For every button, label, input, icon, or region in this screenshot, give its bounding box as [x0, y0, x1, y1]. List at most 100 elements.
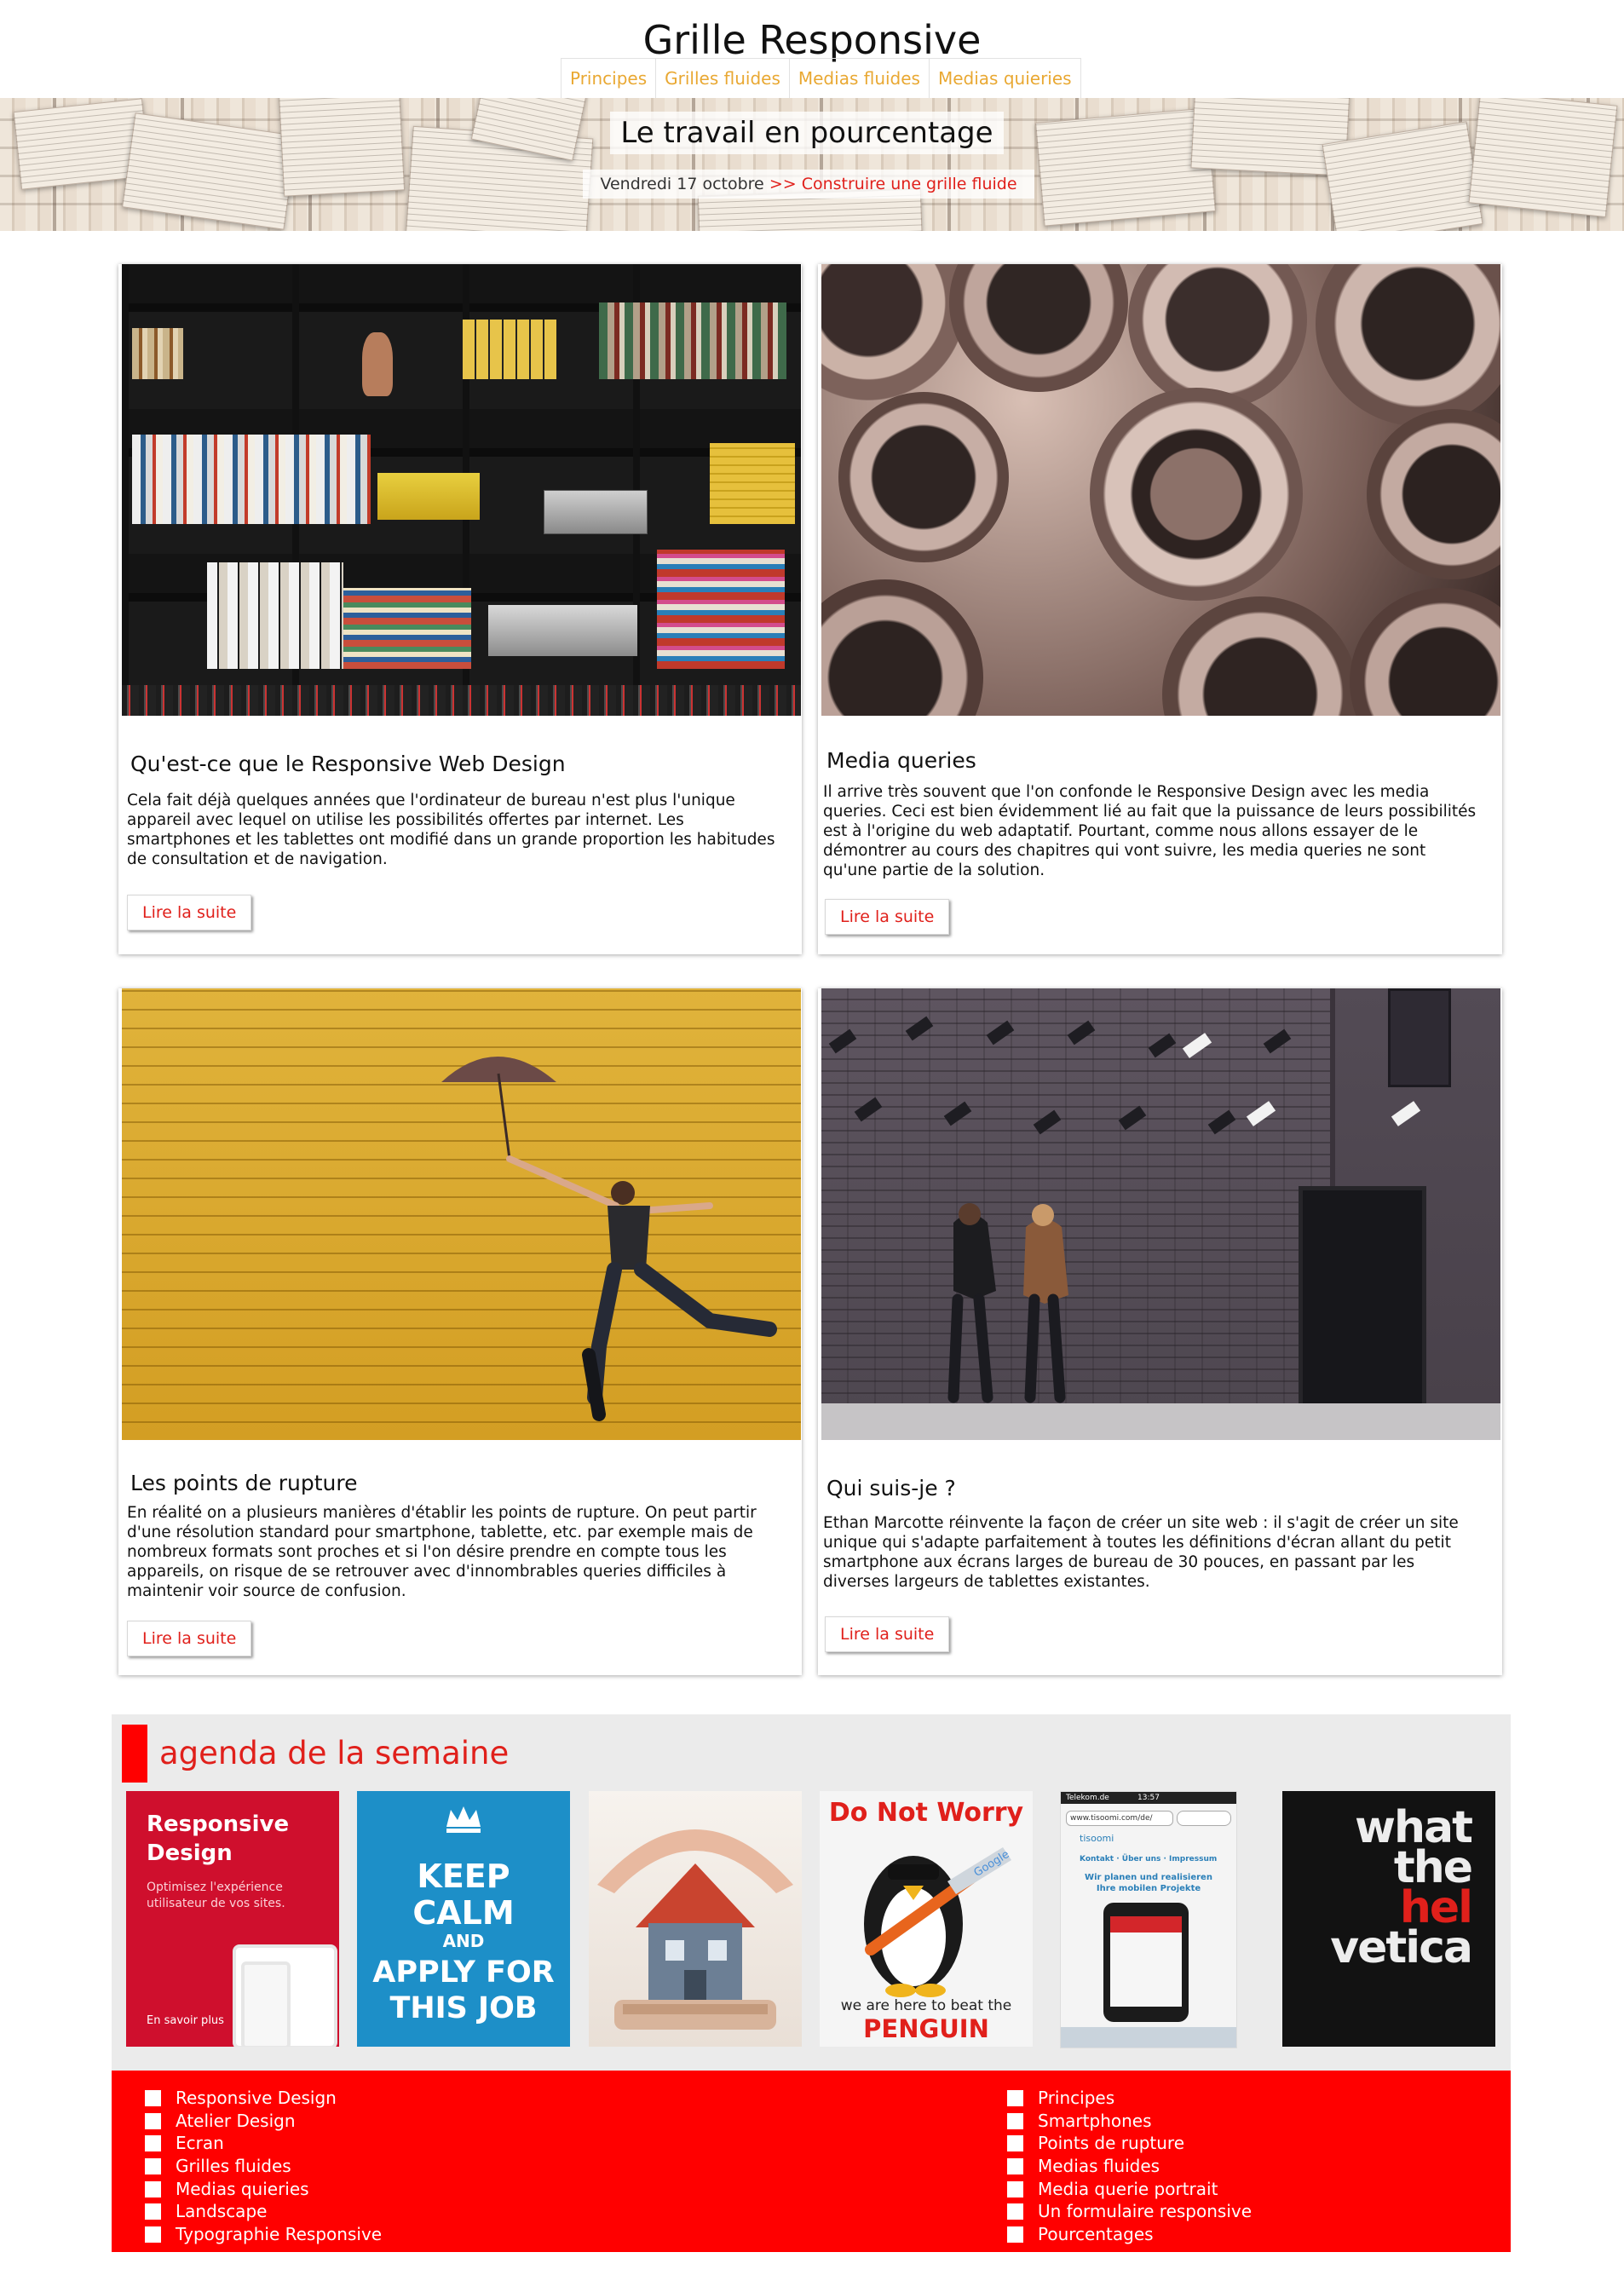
footer-link-label: Un formulaire responsive — [1038, 2201, 1253, 2222]
checkbox-square-icon — [145, 2090, 161, 2106]
bolt-head — [821, 579, 983, 716]
phone-screen — [1110, 1916, 1182, 2007]
checkbox-square-icon — [145, 2203, 161, 2221]
article-card: Les points de rupture En réalité on a pl… — [118, 988, 802, 1675]
phone-mockup — [241, 1961, 291, 2047]
tile-link[interactable]: En savoir plus — [147, 2014, 224, 2027]
tile-subtitle-line: utilisateur de vos sites. — [147, 1897, 285, 1910]
footer-link[interactable]: Responsive Design — [112, 2087, 382, 2110]
read-more-button[interactable]: Lire la suite — [825, 899, 950, 935]
agenda-tile-mobile-site[interactable]: Telekom.de 13:57 www.tisoomi.com/de/ tis… — [1060, 1791, 1237, 2048]
umbrella-woman-illustration — [441, 1057, 777, 1421]
read-more-button[interactable]: Lire la suite — [127, 895, 252, 930]
article-title: Media queries — [826, 748, 976, 773]
footer-link[interactable]: Principes — [974, 2087, 1252, 2110]
footer-link-label: Landscape — [176, 2201, 268, 2222]
crown-icon — [442, 1801, 485, 1835]
security-cameras-illustration — [828, 1016, 1421, 1403]
banner-article-link[interactable]: Construire une grille fluide — [802, 175, 1017, 193]
agenda-tile-keep-calm[interactable]: KEEP CALM AND APPLY FOR THIS JOB — [357, 1791, 570, 2047]
top-navigation: Principes Grilles fluides Medias fluides… — [561, 58, 1081, 99]
footer-link-label: Atelier Design — [176, 2110, 296, 2131]
footer-link[interactable]: Landscape — [112, 2200, 382, 2223]
footer-link[interactable]: Typographie Responsive — [112, 2223, 382, 2246]
book-stack — [377, 473, 480, 520]
phone-device-image — [1103, 1903, 1189, 2022]
bolt-head — [1367, 409, 1500, 579]
figurine — [362, 332, 393, 396]
article-excerpt: Cela fait déjà quelques années que l'ord… — [127, 792, 775, 868]
footer-link-label: Media querie portrait — [1038, 2178, 1218, 2199]
nav-link-principes[interactable]: Principes — [561, 59, 655, 98]
footer-link[interactable]: Points de rupture — [974, 2132, 1252, 2155]
footer-links-column-1: Responsive Design Atelier Design Ecran G… — [112, 2087, 382, 2246]
book-stack — [599, 302, 786, 379]
agenda-tile-penguin[interactable]: Do Not Worry Google we are here to beat … — [820, 1791, 1033, 2047]
article-excerpt: Il arrive très souvent que l'on confonde… — [823, 783, 1477, 879]
bolt-head — [949, 264, 1128, 392]
checkbox-square-icon — [1007, 2090, 1023, 2106]
penguin-big-text: PENGUIN — [863, 2014, 989, 2043]
article-excerpt: Ethan Marcotte réinvente la façon de cré… — [823, 1514, 1459, 1591]
footer-link-label: Typographie Responsive — [176, 2224, 383, 2245]
agenda-accent-bar — [122, 1725, 147, 1783]
checkbox-square-icon — [145, 2180, 161, 2197]
agenda-title: agenda de la semaine — [159, 1735, 510, 1771]
footer-link[interactable]: Grilles fluides — [112, 2155, 382, 2178]
phone-status-bar: Telekom.de 13:57 — [1061, 1792, 1236, 1804]
footer-link-label: Points de rupture — [1038, 2133, 1184, 2154]
weekly-agenda: agenda de la semaine Responsive Design O… — [112, 1714, 1511, 2071]
agenda-tile-house[interactable] — [589, 1791, 802, 2047]
footer-link[interactable]: Pourcentages — [974, 2223, 1252, 2246]
helvetica-line: vetica — [1330, 1922, 1473, 1973]
tile-heading-line: Design — [147, 1840, 233, 1866]
agenda-tile-responsive-design[interactable]: Responsive Design Optimisez l'expérience… — [126, 1791, 339, 2047]
footer-link[interactable]: Un formulaire responsive — [974, 2200, 1252, 2223]
phone-site-nav: Kontakt · Über uns · Impressum — [1080, 1855, 1218, 1863]
footer-link[interactable]: Medias fluides — [974, 2155, 1252, 2178]
bolt-head — [1350, 588, 1500, 716]
checkbox-square-icon — [145, 2158, 161, 2175]
phone-site-logo: tisoomi — [1080, 1833, 1114, 1844]
checkbox-square-icon — [1007, 2135, 1023, 2152]
site-footer: Responsive Design Atelier Design Ecran G… — [112, 2071, 1511, 2252]
agenda-tile-helvetica[interactable]: what the hel vetica — [1282, 1791, 1495, 2047]
footer-link[interactable]: Ecran — [112, 2132, 382, 2155]
article-image-bookshelf — [122, 264, 801, 716]
article-card: Qui suis-je ? Ethan Marcotte réinvente l… — [818, 988, 1502, 1675]
bolt-head — [1128, 264, 1307, 409]
phone-search-field — [1177, 1811, 1231, 1826]
checkbox-square-icon — [1007, 2180, 1023, 2197]
checkbox-square-icon — [145, 2135, 161, 2152]
nav-link-grilles-fluides[interactable]: Grilles fluides — [655, 59, 789, 98]
phone-heading-line: Ihre mobilen Projekte — [1096, 1884, 1201, 1893]
footer-link-label: Responsive Design — [176, 2088, 337, 2108]
article-title: Qui suis-je ? — [826, 1476, 956, 1501]
nav-link-medias-fluides[interactable]: Medias fluides — [788, 59, 929, 98]
keep-calm-line: CALM — [412, 1894, 515, 1932]
book-stack — [132, 328, 183, 379]
banner-date: Vendredi 17 octobre — [600, 175, 764, 193]
footer-link[interactable]: Medias quieries — [112, 2178, 382, 2201]
footer-link-label: Medias quieries — [176, 2178, 309, 2199]
book-stack — [710, 443, 795, 524]
nav-link-medias-queries[interactable]: Medias quieries — [928, 59, 1080, 98]
book-stack — [132, 435, 371, 524]
record-player — [488, 605, 637, 656]
footer-link[interactable]: Smartphones — [974, 2110, 1252, 2133]
bolt-head — [838, 392, 1009, 562]
phone-toolbar — [1061, 2027, 1236, 2048]
banner-book-page — [1035, 107, 1216, 227]
article-card: Qu'est-ce que le Responsive Web Design C… — [118, 264, 802, 954]
read-more-button[interactable]: Lire la suite — [825, 1616, 950, 1652]
article-image-umbrella-woman — [122, 988, 801, 1440]
checkbox-square-icon — [1007, 2112, 1023, 2129]
checkbox-square-icon — [1007, 2226, 1023, 2244]
footer-link[interactable]: Media querie portrait — [974, 2178, 1252, 2201]
phone-url-bar: www.tisoomi.com/de/ — [1066, 1811, 1173, 1826]
tile-subtitle-line: Optimisez l'expérience — [147, 1881, 283, 1894]
read-more-button[interactable]: Lire la suite — [127, 1621, 252, 1656]
footer-link[interactable]: Atelier Design — [112, 2110, 382, 2133]
book-row — [122, 685, 801, 716]
checkbox-square-icon — [1007, 2203, 1023, 2221]
